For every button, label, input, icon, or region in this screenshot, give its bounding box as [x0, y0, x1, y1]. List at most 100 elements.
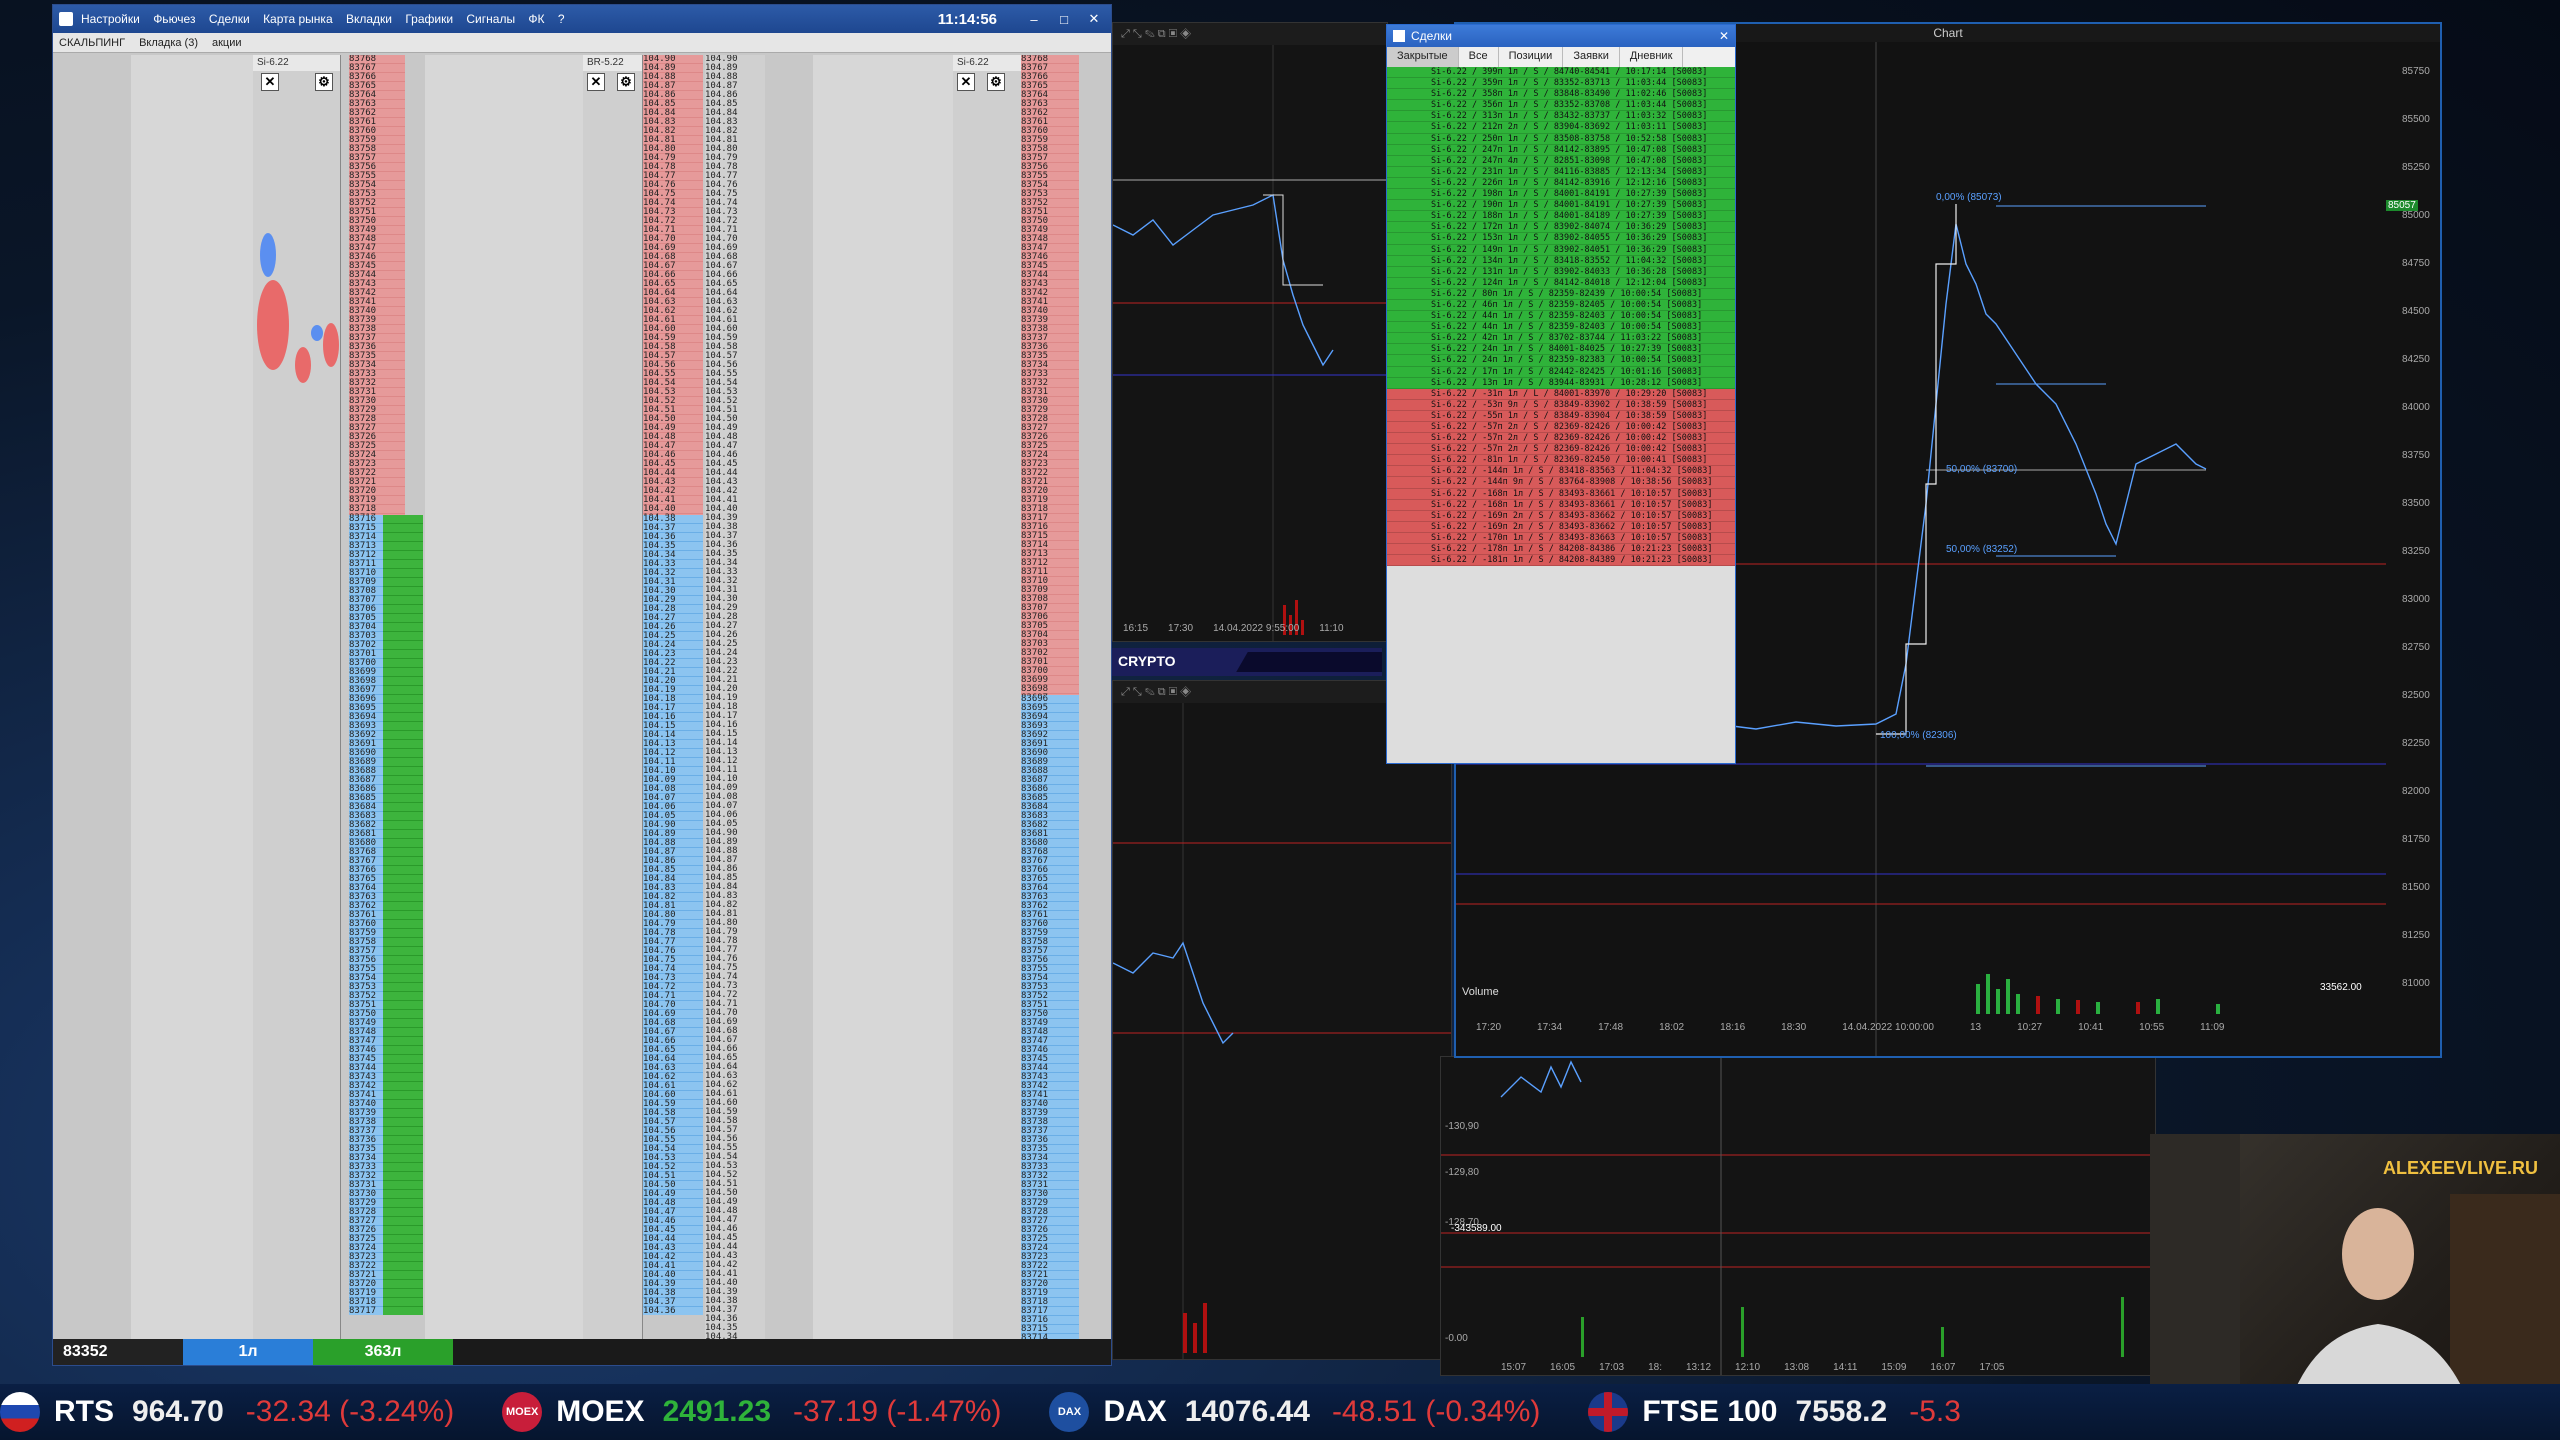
tab-journal[interactable]: Дневник: [1620, 47, 1684, 67]
deal-row[interactable]: Si-6.22 / -55п 1л / S / 83849-83904 / 10…: [1387, 410, 1735, 422]
deal-row[interactable]: Si-6.22 / 149п 1л / S / 83902-84051 / 10…: [1387, 244, 1735, 256]
price-line-chart: [1113, 703, 1451, 1359]
toolbar-icons[interactable]: ⤢ ⤡ ✎ ⧉ ▣ ◈: [1121, 28, 1191, 41]
deal-row[interactable]: Si-6.22 / 190п 1л / S / 84001-84191 / 10…: [1387, 200, 1735, 212]
deal-row[interactable]: Si-6.22 / 24п 1л / S / 82359-82383 / 10:…: [1387, 355, 1735, 367]
volume-value: 33562.00: [2320, 982, 2362, 993]
x-axis: 17:20 17:34 17:48 18:02 18:16 18:30 14.0…: [1476, 1022, 2224, 1033]
ask-price-column-3[interactable]: 83768 83767 83766 83765 83764 83763 8376…: [1021, 55, 1079, 695]
deal-row[interactable]: Si-6.22 / 153п 1л / S / 83902-84055 / 10…: [1387, 233, 1735, 245]
deal-row[interactable]: Si-6.22 / -178п 1л / S / 84208-84386 / 1…: [1387, 544, 1735, 556]
close-icon[interactable]: ✕: [957, 73, 975, 91]
settings-icon[interactable]: ⚙: [987, 73, 1005, 91]
deal-row[interactable]: Si-6.22 / -57п 2л / S / 82369-82426 / 10…: [1387, 444, 1735, 456]
tab-orders[interactable]: Заявки: [1563, 47, 1620, 67]
menu-charts[interactable]: Графики: [405, 12, 453, 26]
close-icon[interactable]: ✕: [261, 73, 279, 91]
bid-price-column-3[interactable]: 83696 83695 83694 83693 83692 83691 8369…: [1021, 695, 1079, 1341]
terminal-clock: 11:14:56: [937, 10, 997, 28]
deal-row[interactable]: Si-6.22 / 46п 1л / S / 82359-82405 / 10:…: [1387, 299, 1735, 312]
x-tick: 15:07: [1501, 1362, 1527, 1373]
x-tick: 17:05: [1979, 1362, 2005, 1373]
deal-row[interactable]: Si-6.22 / 44п 1л / S / 82359-82403 / 10:…: [1387, 311, 1735, 323]
deal-row[interactable]: Si-6.22 / 134п 1л / S / 83418-83552 / 11…: [1387, 255, 1735, 267]
ladder-controls-1: Si-6.22 ✕ ⚙: [253, 55, 341, 1339]
footer-lots-1: 1л: [183, 1339, 313, 1365]
deal-row[interactable]: Si-6.22 / 44п 1л / S / 82359-82403 / 10:…: [1387, 322, 1735, 334]
chart-pane-lower-right[interactable]: -130,90 -129,80 -128,70 -0.00 -343589.00…: [1440, 1056, 2156, 1376]
tab-scalping[interactable]: СКАЛЬПИНГ: [59, 37, 125, 49]
deal-row[interactable]: Si-6.22 / 358п 1л / S / 83848-83490 / 11…: [1387, 89, 1735, 101]
bid-price-column-2[interactable]: 104.38 104.37 104.36 104.35 104.34 104.3…: [643, 515, 703, 1315]
x-tick: 18:16: [1720, 1022, 1746, 1033]
settings-icon[interactable]: ⚙: [617, 73, 635, 91]
deal-row[interactable]: Si-6.22 / -31п 1л / L / 84001-83970 / 10…: [1387, 388, 1735, 400]
x-tick: 10:41: [2078, 1022, 2104, 1033]
chart-pane-lower-left[interactable]: ⤢ ⤡ ✎ ⧉ ▣ ◈: [1112, 680, 1452, 1360]
menu-deals[interactable]: Сделки: [209, 12, 250, 26]
deal-row[interactable]: Si-6.22 / -144п 9л / S / 83764-83908 / 1…: [1387, 477, 1735, 489]
deal-row[interactable]: Si-6.22 / 212п 2л / S / 83904-83692 / 11…: [1387, 122, 1735, 134]
deal-row[interactable]: Si-6.22 / 188п 1л / S / 84001-84189 / 10…: [1387, 211, 1735, 223]
settings-icon[interactable]: ⚙: [315, 73, 333, 91]
deal-row[interactable]: Si-6.22 / -170п 1л / S / 83493-83663 / 1…: [1387, 532, 1735, 545]
deal-row[interactable]: Si-6.22 / -57п 2л / S / 82369-82426 / 10…: [1387, 433, 1735, 445]
deal-row[interactable]: Si-6.22 / -57п 2л / S / 82369-82426 / 10…: [1387, 422, 1735, 434]
deal-row[interactable]: Si-6.22 / 131п 1л / S / 83902-84033 / 10…: [1387, 266, 1735, 278]
deal-row[interactable]: Si-6.22 / 198п 1л / S / 84001-84191 / 10…: [1387, 189, 1735, 201]
ask-price-column-1[interactable]: 83768 83767 83766 83765 83764 83763 8376…: [349, 55, 405, 515]
deal-row[interactable]: Si-6.22 / 42п 1л / S / 83702-83744 / 11:…: [1387, 333, 1735, 345]
tab-tab3[interactable]: Вкладка (3): [139, 37, 198, 49]
deal-row[interactable]: Si-6.22 / 17п 1л / S / 82442-82425 / 10:…: [1387, 366, 1735, 378]
menu-tabs[interactable]: Вкладки: [346, 12, 392, 26]
ladder-instrument: Si-6.22: [953, 55, 1022, 71]
tab-all[interactable]: Все: [1459, 47, 1499, 67]
deal-row[interactable]: Si-6.22 / -168п 1л / S / 83493-83661 / 1…: [1387, 499, 1735, 511]
x-tick: 14.04.2022 10:00:00: [1842, 1022, 1934, 1033]
deals-window: Сделки ✕ Закрытые Все Позиции Заявки Дне…: [1386, 24, 1736, 764]
deal-row[interactable]: Si-6.22 / 231п 1л / S / 84116-83885 / 12…: [1387, 166, 1735, 178]
close-icon[interactable]: ✕: [587, 73, 605, 91]
deal-row[interactable]: Si-6.22 / 399п 1л / S / 84740-84541 / 10…: [1387, 67, 1735, 79]
ask-price-column-2[interactable]: 104.90 104.89 104.88 104.87 104.86 104.8…: [643, 55, 703, 515]
menu-market-map[interactable]: Карта рынка: [263, 12, 333, 26]
deal-row[interactable]: Si-6.22 / 356п 1л / S / 83352-83708 / 11…: [1387, 100, 1735, 112]
price-line-chart: [1113, 45, 1387, 641]
menu-signals[interactable]: Сигналы: [466, 12, 515, 26]
menu-help[interactable]: ?: [558, 12, 565, 26]
deal-row[interactable]: Si-6.22 / -169п 2л / S / 83493-83662 / 1…: [1387, 521, 1735, 533]
maximize-icon[interactable]: □: [1053, 12, 1075, 27]
menu-settings[interactable]: Настройки: [81, 12, 140, 26]
minimize-icon[interactable]: –: [1023, 12, 1045, 27]
y-tick: 81750: [2402, 834, 2430, 845]
y-tick: 85750: [2402, 66, 2430, 77]
deal-row[interactable]: Si-6.22 / 13п 1л / S / 83944-83931 / 10:…: [1387, 377, 1735, 389]
menu-fk[interactable]: ФК: [528, 12, 544, 26]
deal-row[interactable]: Si-6.22 / -169п 2л / S / 83493-83662 / 1…: [1387, 510, 1735, 522]
ticker-symbol: DAX: [1103, 1395, 1167, 1428]
deal-row[interactable]: Si-6.22 / 359п 1л / S / 83352-83713 / 11…: [1387, 78, 1735, 90]
deal-row[interactable]: Si-6.22 / -144п 1л / S / 83418-83563 / 1…: [1387, 466, 1735, 478]
deal-row[interactable]: Si-6.22 / -168п 1л / S / 83493-83661 / 1…: [1387, 488, 1735, 500]
toolbar-icons[interactable]: ⤢ ⤡ ✎ ⧉ ▣ ◈: [1121, 686, 1191, 699]
deal-row[interactable]: Si-6.22 / 247п 1л / S / 84142-83895 / 10…: [1387, 144, 1735, 156]
deal-row[interactable]: Si-6.22 / 313п 1л / S / 83432-83737 / 11…: [1387, 111, 1735, 123]
chart-pane-upper-left[interactable]: ⤢ ⤡ ✎ ⧉ ▣ ◈ 16:15 17:30 14.04.2022 9:55:…: [1112, 22, 1388, 642]
deal-row[interactable]: Si-6.22 / 24п 1л / S / 84001-84025 / 10:…: [1387, 344, 1735, 356]
deal-row[interactable]: Si-6.22 / 80п 1л / S / 82359-82439 / 10:…: [1387, 288, 1735, 300]
deal-row[interactable]: Si-6.22 / 247п 4л / S / 82851-83098 / 10…: [1387, 155, 1735, 167]
deal-row[interactable]: Si-6.22 / -181п 1л / S / 84208-84389 / 1…: [1387, 555, 1735, 567]
tab-stocks[interactable]: акции: [212, 37, 242, 49]
deal-row[interactable]: Si-6.22 / -53п 9л / S / 83849-83902 / 10…: [1387, 399, 1735, 411]
tab-positions[interactable]: Позиции: [1499, 47, 1564, 67]
close-icon[interactable]: ✕: [1719, 29, 1729, 43]
price-column-2[interactable]: 104.90 104.89 104.88 104.87 104.86 104.8…: [705, 55, 765, 1339]
tab-closed[interactable]: Закрытые: [1387, 47, 1459, 67]
menu-futures[interactable]: Фьючез: [153, 12, 195, 26]
deal-row[interactable]: Si-6.22 / 226п 1л / S / 84142-83916 / 12…: [1387, 177, 1735, 190]
deal-row[interactable]: Si-6.22 / 250п 1л / S / 83508-83758 / 10…: [1387, 133, 1735, 145]
deal-row[interactable]: Si-6.22 / -81п 1л / S / 82369-82450 / 10…: [1387, 455, 1735, 467]
deal-row[interactable]: Si-6.22 / 124п 1л / S / 84142-84018 / 12…: [1387, 277, 1735, 289]
deal-row[interactable]: Si-6.22 / 172п 1л / S / 83902-84074 / 10…: [1387, 222, 1735, 234]
close-icon[interactable]: ✕: [1083, 11, 1105, 27]
